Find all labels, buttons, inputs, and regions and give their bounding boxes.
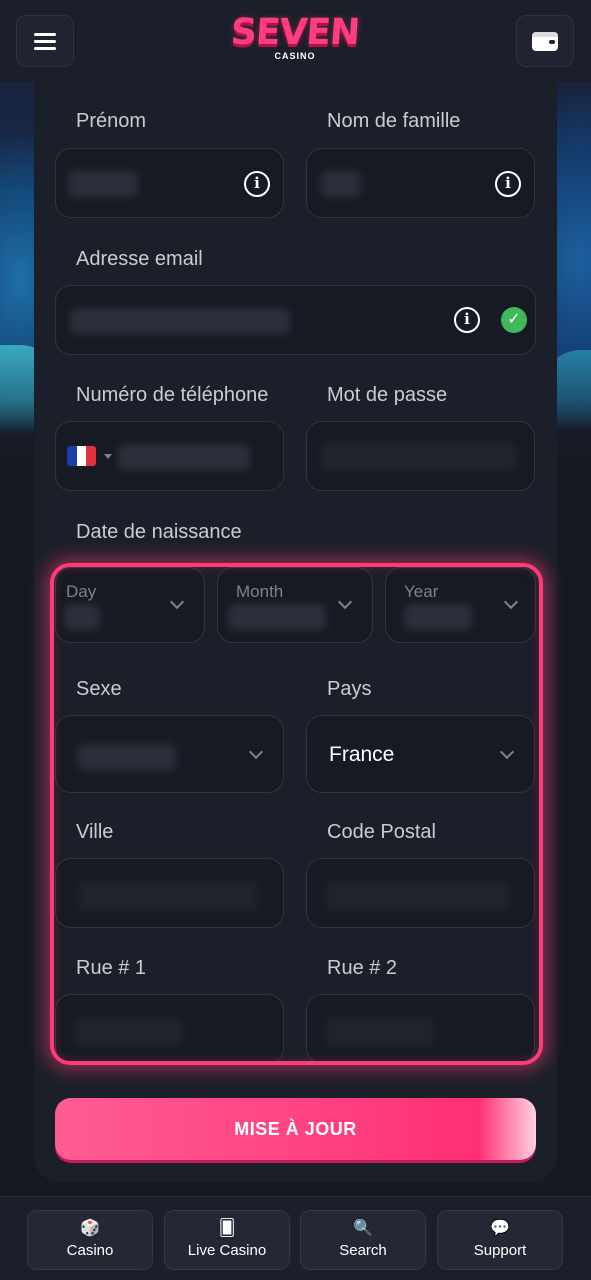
nav-casino[interactable]: 🎲 Casino bbox=[27, 1210, 153, 1270]
page: SEVEN CASINO Prénom i Nom de famille i A… bbox=[0, 0, 591, 1280]
chevron-down-icon bbox=[503, 594, 519, 610]
nav-live-casino[interactable]: 🂠 Live Casino bbox=[164, 1210, 290, 1270]
street1-field[interactable] bbox=[55, 994, 284, 1064]
city-field[interactable] bbox=[55, 858, 284, 928]
year-value-redacted bbox=[404, 604, 472, 630]
nav-search-label: Search bbox=[339, 1242, 387, 1259]
last-name-value-redacted bbox=[321, 171, 361, 197]
city-label: Ville bbox=[76, 821, 114, 843]
first-name-field[interactable]: i bbox=[55, 148, 284, 218]
gender-select[interactable] bbox=[55, 715, 284, 793]
last-name-label: Nom de famille bbox=[327, 110, 461, 132]
day-placeholder: Day bbox=[66, 582, 97, 601]
password-field[interactable] bbox=[306, 421, 535, 491]
wallet-icon bbox=[532, 31, 558, 51]
street2-field[interactable] bbox=[306, 994, 535, 1064]
nav-support[interactable]: 💬 Support bbox=[437, 1210, 563, 1270]
phone-value-redacted bbox=[118, 444, 250, 470]
nav-live-casino-label: Live Casino bbox=[187, 1242, 267, 1259]
update-button[interactable]: MISE À JOUR bbox=[55, 1098, 536, 1160]
postal-code-label: Code Postal bbox=[327, 821, 436, 843]
phone-label: Numéro de téléphone bbox=[76, 384, 269, 406]
postal-code-value-redacted bbox=[325, 883, 510, 909]
email-field[interactable]: i ✓ bbox=[55, 285, 536, 355]
caret-down-icon[interactable] bbox=[104, 454, 112, 459]
wallet-button[interactable] bbox=[516, 15, 574, 67]
email-value-redacted bbox=[70, 308, 290, 334]
country-select[interactable]: France bbox=[306, 715, 535, 793]
first-name-label: Prénom bbox=[76, 110, 147, 132]
info-icon[interactable]: i bbox=[495, 171, 521, 197]
cards-icon: 🂠 bbox=[218, 1220, 236, 1237]
check-icon: ✓ bbox=[501, 307, 527, 333]
country-value: France bbox=[329, 743, 395, 766]
chat-icon: 💬 bbox=[490, 1220, 510, 1237]
day-value-redacted bbox=[64, 604, 100, 630]
menu-button[interactable] bbox=[16, 15, 74, 67]
email-label: Adresse email bbox=[76, 248, 203, 270]
chevron-down-icon bbox=[169, 594, 185, 610]
info-icon[interactable]: i bbox=[244, 171, 270, 197]
street2-value-redacted bbox=[325, 1019, 435, 1045]
bottom-nav: 🎲 Casino 🂠 Live Casino 🔍 Search 💬 Suppor… bbox=[0, 1196, 591, 1280]
top-header: SEVEN CASINO bbox=[0, 0, 591, 82]
year-placeholder: Year bbox=[404, 582, 439, 601]
hamburger-menu-icon bbox=[34, 33, 56, 50]
search-icon: 🔍 bbox=[353, 1220, 373, 1237]
nav-casino-label: Casino bbox=[66, 1242, 114, 1259]
password-value-redacted bbox=[321, 444, 516, 470]
country-label: Pays bbox=[327, 678, 372, 700]
chevron-down-icon bbox=[499, 744, 515, 760]
city-value-redacted bbox=[78, 883, 258, 909]
day-select[interactable]: Day bbox=[55, 567, 205, 643]
chevron-down-icon bbox=[337, 594, 353, 610]
birthdate-label: Date de naissance bbox=[76, 521, 242, 543]
street1-value-redacted bbox=[74, 1019, 184, 1045]
last-name-field[interactable]: i bbox=[306, 148, 535, 218]
first-name-value-redacted bbox=[68, 171, 138, 197]
info-icon[interactable]: i bbox=[454, 307, 480, 333]
month-value-redacted bbox=[228, 604, 326, 630]
nav-support-label: Support bbox=[473, 1242, 527, 1259]
postal-code-field[interactable] bbox=[306, 858, 535, 928]
month-placeholder: Month bbox=[236, 582, 284, 601]
chevron-down-icon bbox=[248, 744, 264, 760]
dice-icon: 🎲 bbox=[80, 1220, 100, 1237]
street1-label: Rue # 1 bbox=[76, 957, 147, 979]
logo-text: SEVEN bbox=[229, 12, 361, 53]
nav-search[interactable]: 🔍 Search bbox=[300, 1210, 426, 1270]
france-flag-icon[interactable] bbox=[67, 446, 96, 466]
casino-logo[interactable]: SEVEN CASINO bbox=[224, 12, 366, 66]
gender-label: Sexe bbox=[76, 678, 122, 700]
password-label: Mot de passe bbox=[327, 384, 448, 406]
gender-value-redacted bbox=[78, 744, 176, 770]
month-select[interactable]: Month bbox=[217, 567, 373, 643]
street2-label: Rue # 2 bbox=[327, 957, 398, 979]
year-select[interactable]: Year bbox=[385, 567, 536, 643]
phone-field[interactable] bbox=[55, 421, 284, 491]
